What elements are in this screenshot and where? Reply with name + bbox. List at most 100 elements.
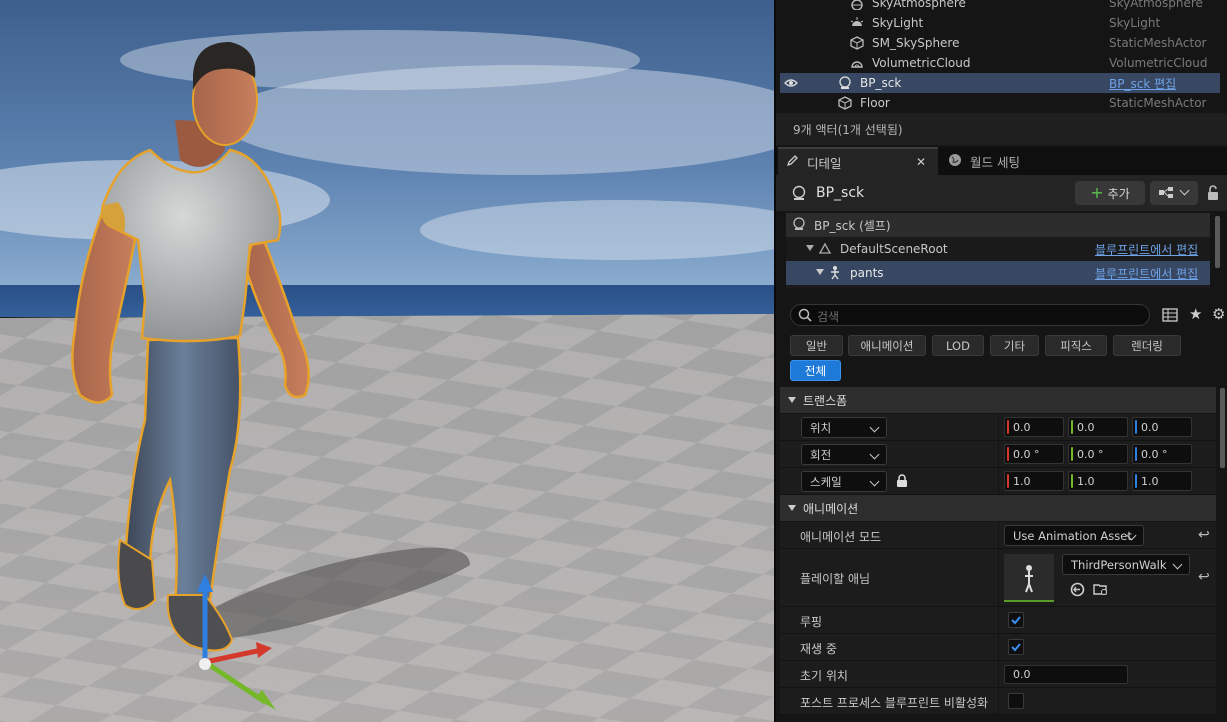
component-row[interactable]: DefaultSceneRoot 블루프린트에서 편집 <box>786 237 1210 261</box>
search-icon <box>798 308 812 325</box>
property-animation-mode: 애니메이션 모드 Use Animation Asset ↩ <box>780 522 1216 549</box>
location-mode-dropdown[interactable]: 위치 <box>801 417 887 438</box>
filter-lod[interactable]: LOD <box>932 335 984 356</box>
disable-post-process-checkbox[interactable] <box>1008 693 1024 709</box>
details-search-box[interactable]: 검색 <box>790 304 1150 326</box>
animation-mode-dropdown[interactable]: Use Animation Asset <box>1004 525 1144 546</box>
browse-folder-icon[interactable] <box>1093 582 1109 600</box>
edit-blueprint-link[interactable]: BP_sck 편집 <box>1109 75 1176 92</box>
close-icon[interactable]: ✕ <box>916 155 926 169</box>
scene-root-icon <box>818 241 832 258</box>
details-scrollbar[interactable] <box>1220 388 1225 468</box>
component-tree: BP_sck (셀프) DefaultSceneRoot 블루프린트에서 편집 … <box>786 213 1210 288</box>
location-label: 위치 <box>810 420 832 435</box>
pencil-icon <box>786 154 799 170</box>
looping-label: 루핑 <box>800 615 823 629</box>
lock-icon[interactable] <box>896 474 908 491</box>
details-header: BP_sck + 추가 <box>776 175 1227 211</box>
outliner-row[interactable]: Floor StaticMeshActor <box>780 93 1220 113</box>
location-x-field[interactable]: 0.0 <box>1004 417 1064 437</box>
actor-count-status: 9개 액터(1개 선택됨) <box>776 113 1227 145</box>
level-viewport[interactable] <box>0 0 774 722</box>
outliner-item-name: VolumetricCloud <box>872 56 971 70</box>
right-panel: SkyAtmosphere SkyAtmosphere SkyLight Sky… <box>774 0 1227 722</box>
animation-mode-label: 애니메이션 모드 <box>800 530 882 544</box>
blueprint-options-button[interactable] <box>1150 181 1198 205</box>
scale-y-field[interactable]: 1.0 <box>1068 471 1128 491</box>
filter-physics[interactable]: 피직스 <box>1045 335 1107 356</box>
filter-animation[interactable]: 애니메이션 <box>848 335 926 356</box>
triangle-down-icon <box>788 397 796 403</box>
rotation-z-field[interactable]: 0.0 ° <box>1132 444 1192 464</box>
location-z-field[interactable]: 0.0 <box>1132 417 1192 437</box>
filter-misc[interactable]: 기타 <box>990 335 1039 356</box>
scale-x-field[interactable]: 1.0 <box>1004 471 1064 491</box>
filter-general[interactable]: 일반 <box>790 335 843 356</box>
cloud-icon <box>850 56 864 70</box>
rotation-x-field[interactable]: 0.0 ° <box>1004 444 1064 464</box>
property-playing: 재생 중 <box>780 634 1216 661</box>
add-component-button[interactable]: + 추가 <box>1075 181 1145 205</box>
hierarchy-icon <box>1158 186 1174 203</box>
edit-in-blueprint-link[interactable]: 블루프린트에서 편집 <box>1095 265 1198 282</box>
category-transform[interactable]: 트랜스폼 <box>780 387 1216 413</box>
blueprint-actor-icon <box>792 217 806 234</box>
details-tab-bar: 디테일 ✕ 월드 세팅 <box>776 147 1227 175</box>
property-scale: 스케일 1.0 1.0 1.0 <box>780 468 1216 495</box>
anim-asset-value: ThirdPersonWalk <box>1071 557 1167 572</box>
gear-icon[interactable]: ⚙ <box>1212 305 1225 323</box>
outliner-row-selected[interactable]: BP_sck BP_sck 편집 <box>780 73 1220 93</box>
component-name: DefaultSceneRoot <box>840 242 948 256</box>
scale-z-field[interactable]: 1.0 <box>1132 471 1192 491</box>
browse-back-icon[interactable] <box>1070 582 1085 600</box>
outliner-row[interactable]: VolumetricCloud VolumetricCloud <box>780 53 1220 73</box>
playing-checkbox[interactable] <box>1008 639 1024 655</box>
category-animation[interactable]: 애니메이션 <box>780 495 1216 521</box>
category-title: 애니메이션 <box>803 501 859 516</box>
disable-post-process-label: 포스트 프로세스 블루프린트 비활성화 <box>800 696 989 710</box>
tab-details[interactable]: 디테일 ✕ <box>778 147 938 175</box>
filter-all[interactable]: 전체 <box>790 360 841 381</box>
reset-arrow-icon[interactable]: ↩ <box>1198 527 1210 543</box>
edit-in-blueprint-link[interactable]: 블루프린트에서 편집 <box>1095 241 1198 258</box>
eye-icon[interactable] <box>784 76 798 90</box>
component-row-self[interactable]: BP_sck (셀프) <box>786 213 1210 237</box>
triangle-down-icon <box>806 245 814 251</box>
skylight-icon <box>850 16 864 30</box>
outliner-row[interactable]: SkyLight SkyLight <box>780 13 1220 33</box>
component-tree-scrollbar[interactable] <box>1215 216 1220 268</box>
initial-position-field[interactable]: 0.0 <box>1004 665 1128 684</box>
star-icon[interactable]: ★ <box>1189 305 1202 323</box>
animation-mode-value: Use Animation Asset <box>1013 528 1132 543</box>
add-component-label: 추가 <box>1107 186 1130 201</box>
checkmark-icon <box>1011 643 1021 652</box>
outliner-item-name: Floor <box>860 96 890 110</box>
anim-asset-dropdown[interactable]: ThirdPersonWalk <box>1062 554 1190 575</box>
search-placeholder: 검색 <box>817 310 840 324</box>
looping-checkbox[interactable] <box>1008 612 1024 628</box>
chevron-down-icon <box>1179 185 1190 196</box>
filter-rendering[interactable]: 렌더링 <box>1113 335 1181 356</box>
table-view-icon[interactable] <box>1162 307 1178 326</box>
reset-arrow-icon[interactable]: ↩ <box>1198 569 1210 585</box>
property-rotation: 회전 0.0 ° 0.0 ° 0.0 ° <box>780 441 1216 468</box>
playing-label: 재생 중 <box>800 642 837 656</box>
scale-mode-dropdown[interactable]: 스케일 <box>801 471 887 492</box>
unlock-icon[interactable] <box>1206 185 1220 204</box>
tab-world-settings[interactable]: 월드 세팅 <box>940 147 1070 175</box>
property-location: 위치 0.0 0.0 0.0 <box>780 414 1216 441</box>
outliner-item-type: SkyAtmosphere <box>1109 0 1203 10</box>
checkmark-icon <box>1011 616 1021 625</box>
component-row-selected[interactable]: pants 블루프린트에서 편집 <box>786 261 1210 285</box>
tab-details-label: 디테일 <box>807 155 842 171</box>
static-mesh-icon <box>850 36 864 50</box>
rotation-y-field[interactable]: 0.0 ° <box>1068 444 1128 464</box>
outliner-row[interactable]: SkyAtmosphere SkyAtmosphere <box>780 0 1220 13</box>
globe-icon <box>948 153 962 170</box>
blueprint-actor-icon <box>791 185 807 204</box>
rotation-mode-dropdown[interactable]: 회전 <box>801 444 887 465</box>
component-name: BP_sck (셀프) <box>814 218 891 233</box>
location-y-field[interactable]: 0.0 <box>1068 417 1128 437</box>
anim-thumbnail[interactable] <box>1004 554 1054 602</box>
outliner-row[interactable]: SM_SkySphere StaticMeshActor <box>780 33 1220 53</box>
